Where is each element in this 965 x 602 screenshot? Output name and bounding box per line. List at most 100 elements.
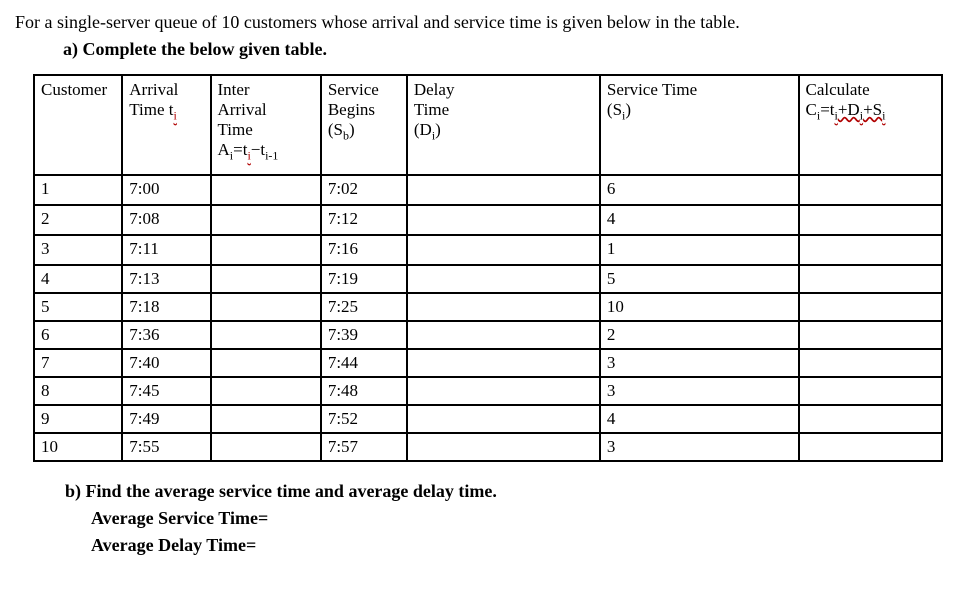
- cell-delay: [407, 377, 600, 405]
- header-customer-text: Customer: [41, 80, 115, 100]
- cell-begins: 7:25: [321, 293, 407, 321]
- cell-begins: 7:48: [321, 377, 407, 405]
- calc-f-eq: =t: [820, 100, 834, 119]
- cell-calc: [799, 293, 943, 321]
- cell-arrival: 7:36: [122, 321, 210, 349]
- cell-customer: 1: [34, 175, 122, 205]
- cell-delay: [407, 265, 600, 293]
- cell-customer: 5: [34, 293, 122, 321]
- header-calc: Calculate Ci=ti+Di+Si: [799, 75, 943, 175]
- cell-arrival: 7:40: [122, 349, 210, 377]
- cell-service: 1: [600, 235, 799, 265]
- header-inter: Inter Arrival Time Ai=ti−ti-1: [211, 75, 321, 175]
- begins-s2-pre: (S: [328, 120, 343, 139]
- cell-arrival: 7:18: [122, 293, 210, 321]
- cell-delay: [407, 235, 600, 265]
- cell-delay: [407, 293, 600, 321]
- cell-service: 3: [600, 377, 799, 405]
- cell-calc: [799, 321, 943, 349]
- avg-service-label: Average Service Time=: [91, 505, 950, 532]
- cell-calc: [799, 349, 943, 377]
- header-delay-sub2: (Di): [414, 120, 593, 143]
- cell-arrival: 7:00: [122, 175, 210, 205]
- cell-inter: [211, 205, 321, 235]
- cell-arrival: 7:45: [122, 377, 210, 405]
- cell-begins: 7:12: [321, 205, 407, 235]
- cell-calc: [799, 377, 943, 405]
- cell-inter: [211, 433, 321, 461]
- cell-begins: 7:16: [321, 235, 407, 265]
- cell-delay: [407, 349, 600, 377]
- cell-customer: 9: [34, 405, 122, 433]
- header-arrival-sub: Time ti: [129, 100, 203, 123]
- cell-calc: [799, 235, 943, 265]
- cell-customer: 6: [34, 321, 122, 349]
- table-body: 17:007:02627:087:12437:117:16147:137:195…: [34, 175, 942, 461]
- service-s-pre: (S: [607, 100, 622, 119]
- cell-customer: 4: [34, 265, 122, 293]
- header-inter-sub1: Arrival: [218, 100, 314, 120]
- table-row: 107:557:573: [34, 433, 942, 461]
- cell-begins: 7:52: [321, 405, 407, 433]
- table-row: 37:11 7:16 1: [34, 235, 942, 265]
- header-begins-sub1: Begins: [328, 100, 400, 120]
- service-s-suf: ): [625, 100, 631, 119]
- cell-service: 6: [600, 175, 799, 205]
- cell-customer: 7: [34, 349, 122, 377]
- header-inter-formula: Ai=ti−ti-1: [218, 140, 314, 163]
- header-delay: Delay Time (Di): [407, 75, 600, 175]
- cell-arrival: 7:55: [122, 433, 210, 461]
- cell-begins: 7:02: [321, 175, 407, 205]
- table-row: 97:49 7:52 4: [34, 405, 942, 433]
- header-customer: Customer: [34, 75, 122, 175]
- cell-service: 4: [600, 205, 799, 235]
- table-row: 77:407:443: [34, 349, 942, 377]
- cell-calc: [799, 205, 943, 235]
- cell-begins: 7:19: [321, 265, 407, 293]
- header-delay-main: Delay: [414, 80, 593, 100]
- cell-delay: [407, 321, 600, 349]
- begins-s2-suf: ): [349, 120, 355, 139]
- part-b-heading: b) Find the average service time and ave…: [65, 478, 950, 505]
- cell-delay: [407, 433, 600, 461]
- cell-service: 5: [600, 265, 799, 293]
- cell-begins: 7:44: [321, 349, 407, 377]
- inter-f-mid: =t: [233, 140, 247, 159]
- cell-delay: [407, 175, 600, 205]
- cell-service: 4: [600, 405, 799, 433]
- header-calc-main: Calculate: [806, 80, 936, 100]
- header-service-main: Service Time: [607, 80, 792, 100]
- header-arrival-prefix: Time t: [129, 100, 173, 119]
- cell-customer: 10: [34, 433, 122, 461]
- cell-inter: [211, 175, 321, 205]
- table-row: 87:45 7:48 3: [34, 377, 942, 405]
- cell-inter: [211, 405, 321, 433]
- header-begins: Service Begins (Sb): [321, 75, 407, 175]
- part-a-heading: a) Complete the below given table.: [63, 39, 950, 60]
- table-row: 47:13 7:19 5: [34, 265, 942, 293]
- inter-f-s3: i-1: [265, 149, 278, 163]
- header-service-sub: (Si): [607, 100, 792, 123]
- calc-f-c: C: [806, 100, 817, 119]
- cell-customer: 8: [34, 377, 122, 405]
- avg-delay-label: Average Delay Time=: [91, 532, 950, 559]
- calc-f-s4: i: [882, 109, 885, 123]
- header-inter-sub2: Time: [218, 120, 314, 140]
- cell-arrival: 7:49: [122, 405, 210, 433]
- problem-intro: For a single-server queue of 10 customer…: [15, 10, 950, 35]
- calc-f-p2: +S: [863, 100, 882, 119]
- cell-calc: [799, 433, 943, 461]
- header-arrival-main: Arrival: [129, 80, 203, 100]
- delay-s2-suf: ): [435, 120, 441, 139]
- cell-calc: [799, 405, 943, 433]
- header-arrival-suffix: i: [174, 109, 177, 123]
- header-delay-sub1: Time: [414, 100, 593, 120]
- cell-arrival: 7:13: [122, 265, 210, 293]
- cell-arrival: 7:11: [122, 235, 210, 265]
- cell-begins: 7:57: [321, 433, 407, 461]
- table-row: 57:187:2510: [34, 293, 942, 321]
- cell-inter: [211, 293, 321, 321]
- queue-table: Customer Arrival Time ti Inter Arrival T…: [33, 74, 943, 462]
- cell-customer: 3: [34, 235, 122, 265]
- header-inter-main: Inter: [218, 80, 314, 100]
